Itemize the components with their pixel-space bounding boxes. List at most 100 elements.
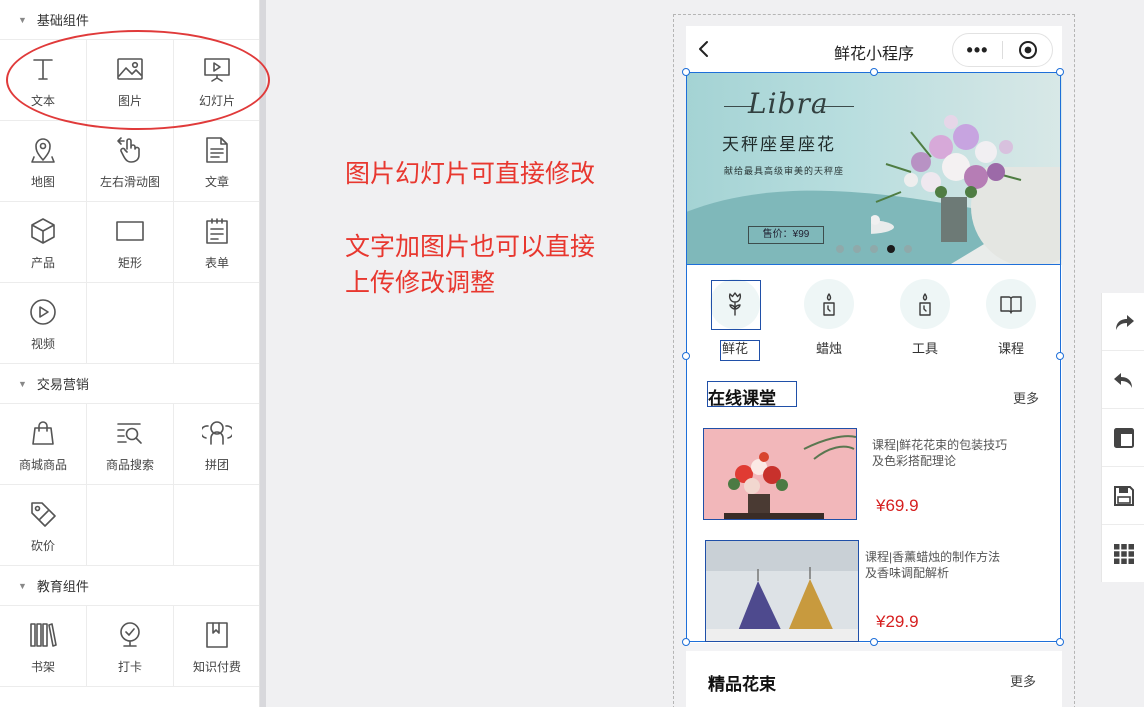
flower-banner-slideshow[interactable]: Libra 天秤座星座花 献给最具高级审美的天秤座 售价：¥99 [686,72,1062,265]
component-label: 文章 [204,175,229,189]
category-label: 鲜花 [721,341,748,356]
bargain-tag-icon [31,502,56,527]
product-search-icon [117,423,142,444]
annotation-line-2: 文字加图片也可以直接 [345,232,596,261]
component-bargain[interactable]: 砍价 [0,485,87,566]
video-play-icon [30,299,56,325]
empty-cell [174,485,259,566]
collapse-triangle-icon: ▼ [18,14,27,25]
course-2-price: ¥29.9 [876,612,919,631]
category-courses[interactable]: 课程 [986,279,1036,357]
component-rectangle[interactable]: 矩形 [87,202,174,283]
component-paid-knowledge[interactable]: 知识付费 [174,606,259,687]
slide-dot[interactable] [853,245,861,253]
category-candles[interactable]: 蜡烛 [804,279,854,357]
category-flowers[interactable]: 鲜花 [710,279,760,357]
redo-icon [1115,314,1134,330]
bouquet-more-link[interactable]: 更多 [1010,671,1036,690]
banner-price-tag: 售价：¥99 [748,226,824,244]
course-1-title[interactable]: 课程|鲜花花束的包装技巧 及色彩搭配理论 [872,437,1017,469]
trade-components-grid: 商城商品 商品搜索 拼团 砍价 [0,404,259,566]
save-icon [1113,485,1134,506]
component-video[interactable]: 视频 [0,283,87,364]
bouquet-section-title: 精品花束 [708,675,776,694]
section-edu-header[interactable]: ▼ 教育组件 [0,566,259,606]
online-class-title: 在线课堂 [708,389,776,408]
component-swipe-image[interactable]: 左右滑动图 [87,121,174,202]
course-2-title[interactable]: 课程|香薰蜡烛的制作方法 及香味调配解析 [865,549,1010,581]
online-class-more-link[interactable]: 更多 [1013,388,1039,407]
component-slideshow[interactable]: 幻灯片 [174,40,259,121]
component-bookshelf[interactable]: 书架 [0,606,87,687]
candle-icon [804,279,854,329]
component-label: 矩形 [117,256,142,270]
form-icon [206,218,228,244]
component-form[interactable]: 表单 [174,202,259,283]
section-trade-header[interactable]: ▼ 交易营销 [0,364,259,404]
component-product[interactable]: 产品 [0,202,87,283]
section-divider [686,643,1062,651]
flower-bouquet-image [871,115,1022,242]
course-1-image[interactable] [704,429,856,519]
undo-button[interactable] [1102,351,1144,409]
layout-icon [1113,427,1134,448]
component-label: 文本 [30,94,55,108]
article-icon [206,137,228,163]
slide-indicator[interactable] [836,245,912,253]
section-basic-title: 基础组件 [36,13,89,28]
close-target-icon[interactable] [1003,40,1052,60]
component-label: 图片 [117,94,142,108]
tool-candle-icon [900,279,950,329]
banner-script-text: Libra [748,87,829,120]
component-article[interactable]: 文章 [174,121,259,202]
component-label: 商城商品 [18,458,67,472]
section-basic-header[interactable]: ▼ 基础组件 [0,0,259,40]
save-button[interactable] [1102,467,1144,525]
category-tools[interactable]: 工具 [900,279,950,357]
layout-button[interactable] [1102,409,1144,467]
component-check-in[interactable]: 打卡 [87,606,174,687]
slide-dot-active[interactable] [887,245,895,253]
collapse-triangle-icon: ▼ [18,378,27,389]
component-product-search[interactable]: 商品搜索 [87,404,174,485]
collapse-triangle-icon: ▼ [18,580,27,591]
component-map[interactable]: 地图 [0,121,87,202]
redo-button[interactable] [1102,293,1144,351]
course-1-title-line2: 及色彩搭配理论 [872,454,957,468]
component-label: 拼团 [204,458,229,472]
component-label: 打卡 [117,660,142,674]
course-2-title-line1: 课程|香薰蜡烛的制作方法 [865,550,1001,564]
course-2-image[interactable] [706,541,858,641]
course-1-price: ¥69.9 [876,496,919,515]
shopping-bag-icon [32,421,54,445]
right-toolbar [1101,293,1144,582]
component-label: 书架 [30,660,55,674]
map-pin-icon [31,138,55,163]
empty-cell [87,485,174,566]
apps-button[interactable] [1102,525,1144,583]
undo-icon [1113,372,1132,388]
component-text[interactable]: 文本 [0,40,87,121]
slide-dot[interactable] [870,245,878,253]
component-label: 地图 [30,175,55,189]
image-icon [117,58,143,80]
category-label: 工具 [911,341,938,356]
category-label: 课程 [997,341,1024,356]
book-icon [986,279,1036,329]
slideshow-icon [204,58,230,82]
mini-program-nav-bar: 鲜花小程序 ••• [686,26,1062,72]
component-mall-product[interactable]: 商城商品 [0,404,87,485]
course-2-title-line2: 及香味调配解析 [865,566,950,580]
paid-knowledge-icon [206,622,228,648]
component-group-buy[interactable]: 拼团 [174,404,259,485]
swipe-hand-icon [117,137,140,163]
slide-dot[interactable] [836,245,844,253]
component-label: 砍价 [30,539,55,553]
product-cube-icon [31,218,55,244]
component-panel: ▼ 基础组件 文本 图片 幻灯片 地图 左右滑动图 文章 产品 矩形 表单 视频… [0,0,260,707]
more-dots-icon[interactable]: ••• [953,41,1002,59]
component-label: 商品搜索 [105,458,154,472]
slide-dot[interactable] [904,245,912,253]
component-image[interactable]: 图片 [87,40,174,121]
panel-scrollbar[interactable] [260,0,266,707]
